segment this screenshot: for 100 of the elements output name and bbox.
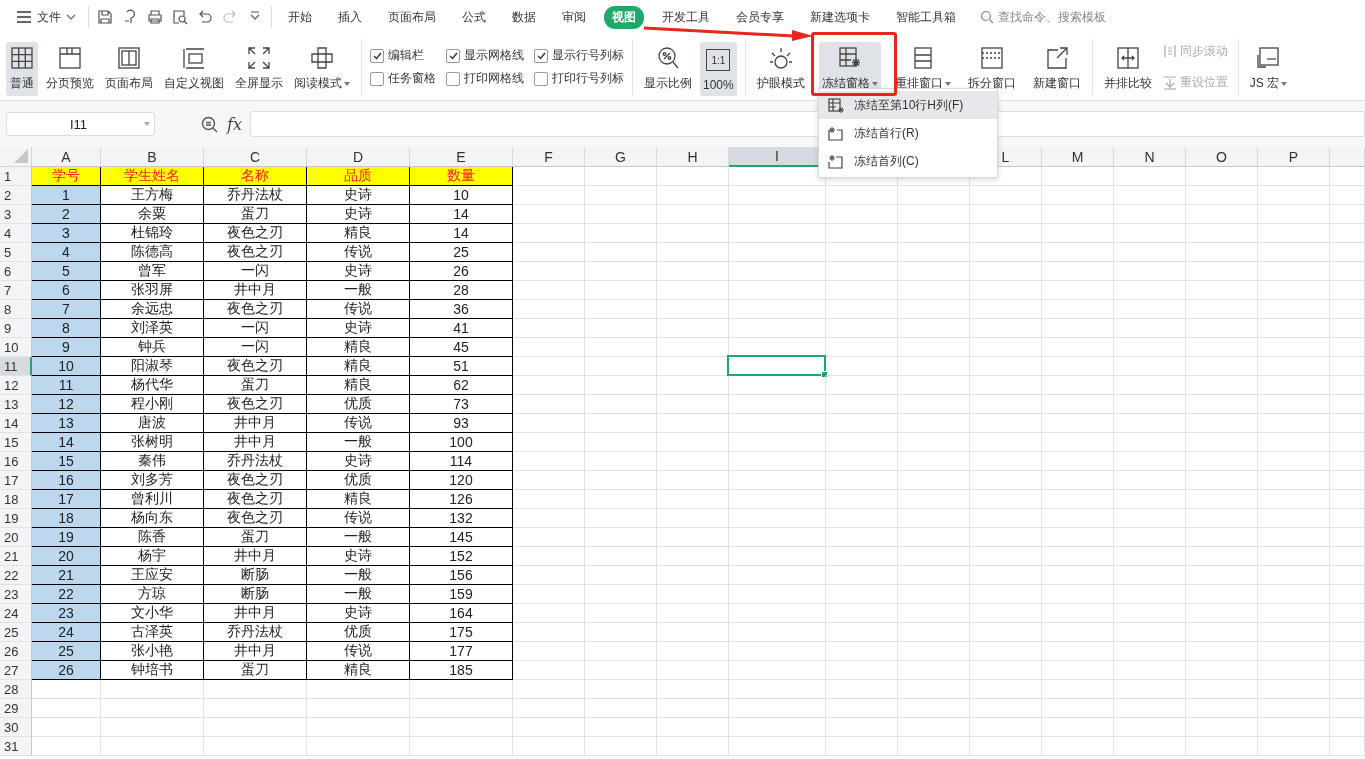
ribbon-button[interactable]: 阅读模式 bbox=[291, 42, 353, 96]
table-cell: 152 bbox=[410, 547, 513, 566]
row-header[interactable]: 6 bbox=[0, 262, 32, 281]
column-header[interactable]: M bbox=[1042, 147, 1114, 167]
checkbox-option[interactable]: 打印行号列标 bbox=[534, 70, 624, 87]
row-header[interactable]: 18 bbox=[0, 490, 32, 509]
column-header[interactable]: E bbox=[410, 147, 513, 167]
table-cell: 阳淑琴 bbox=[101, 357, 204, 376]
menu-tab[interactable]: 智能工具箱 bbox=[888, 5, 964, 29]
table-cell: 185 bbox=[410, 661, 513, 680]
name-box[interactable]: I11 bbox=[6, 112, 155, 136]
table-cell: 62 bbox=[410, 376, 513, 395]
menu-item[interactable]: 冻结至第10行H列(F) bbox=[819, 91, 997, 119]
menu-tab[interactable]: 插入 bbox=[330, 5, 370, 29]
row-header[interactable]: 19 bbox=[0, 509, 32, 528]
column-header[interactable]: B bbox=[101, 147, 204, 167]
ribbon-button[interactable]: 新建窗口 bbox=[1029, 42, 1084, 96]
column-header[interactable]: D bbox=[307, 147, 410, 167]
column-header[interactable]: A bbox=[32, 147, 101, 167]
checkbox-option[interactable]: 显示行号列标 bbox=[534, 47, 624, 64]
column-header[interactable]: O bbox=[1186, 147, 1258, 167]
table-cell: 10 bbox=[410, 186, 513, 205]
column-header[interactable]: C bbox=[204, 147, 307, 167]
column-header[interactable]: F bbox=[513, 147, 585, 167]
row-header[interactable]: 21 bbox=[0, 547, 32, 566]
table-cell: 夜色之刃 bbox=[204, 357, 307, 376]
row-header[interactable]: 22 bbox=[0, 566, 32, 585]
row-header[interactable]: 31 bbox=[0, 737, 32, 756]
row-header[interactable]: 1 bbox=[0, 167, 32, 186]
table-cell: 177 bbox=[410, 642, 513, 661]
row-header[interactable]: 15 bbox=[0, 433, 32, 452]
ribbon-button[interactable]: 显示比例 bbox=[641, 42, 695, 96]
menu-tab[interactable]: 审阅 bbox=[554, 5, 594, 29]
row-header[interactable]: 4 bbox=[0, 224, 32, 243]
row-header[interactable]: 24 bbox=[0, 604, 32, 623]
table-cell: 一般 bbox=[307, 528, 410, 547]
menu-tab[interactable]: 开始 bbox=[280, 5, 320, 29]
column-header[interactable]: N bbox=[1114, 147, 1186, 167]
checkbox-option[interactable]: 任务窗格 bbox=[370, 70, 436, 87]
row-header[interactable]: 10 bbox=[0, 338, 32, 357]
ribbon-button[interactable]: 护眼模式 bbox=[753, 42, 808, 96]
table-cell: 9 bbox=[32, 338, 101, 357]
file-menu[interactable]: 文件 bbox=[12, 5, 80, 29]
table-cell: 乔丹法杖 bbox=[204, 186, 307, 205]
row-header[interactable]: 12 bbox=[0, 376, 32, 395]
menu-tab[interactable]: 新建选项卡 bbox=[802, 5, 878, 29]
row-header[interactable]: 17 bbox=[0, 471, 32, 490]
column-header[interactable]: H bbox=[657, 147, 729, 167]
ribbon-button[interactable]: 自定义视图 bbox=[161, 42, 227, 96]
row-header[interactable]: 25 bbox=[0, 623, 32, 642]
menu-tab[interactable]: 页面布局 bbox=[380, 5, 444, 29]
row-header[interactable]: 5 bbox=[0, 243, 32, 262]
row-header[interactable]: 9 bbox=[0, 319, 32, 338]
table-cell: 12 bbox=[32, 395, 101, 414]
table-cell: 114 bbox=[410, 452, 513, 471]
checkbox-option[interactable]: 编辑栏 bbox=[370, 47, 436, 64]
row-header[interactable]: 26 bbox=[0, 642, 32, 661]
column-header[interactable]: G bbox=[585, 147, 657, 167]
table-cell: 传说 bbox=[307, 642, 410, 661]
checkbox-option[interactable]: 打印网格线 bbox=[446, 70, 524, 87]
ribbon-button[interactable]: 并排比较 bbox=[1100, 42, 1155, 96]
table-cell: 钟培书 bbox=[101, 661, 204, 680]
row-header[interactable]: 29 bbox=[0, 699, 32, 718]
table-cell: 13 bbox=[32, 414, 101, 433]
menu-item[interactable]: 冻结首行(R) bbox=[819, 119, 997, 147]
row-header[interactable]: 2 bbox=[0, 186, 32, 205]
column-header[interactable]: P bbox=[1258, 147, 1330, 167]
table-cell: 乔丹法杖 bbox=[204, 452, 307, 471]
menu-tab[interactable]: 会员专享 bbox=[728, 5, 792, 29]
menu-tab[interactable]: 开发工具 bbox=[654, 5, 718, 29]
ribbon-button[interactable]: 1:1 100% bbox=[700, 42, 737, 96]
checkbox-option[interactable]: 显示网格线 bbox=[446, 47, 524, 64]
ribbon-button[interactable]: 全屏显示 bbox=[232, 42, 286, 96]
table-cell: 51 bbox=[410, 357, 513, 376]
row-header[interactable]: 11 bbox=[0, 357, 32, 376]
menu-tab[interactable]: 公式 bbox=[454, 5, 494, 29]
row-header[interactable]: 16 bbox=[0, 452, 32, 471]
table-cell: 陈香 bbox=[101, 528, 204, 547]
row-header[interactable]: 23 bbox=[0, 585, 32, 604]
table-cell: 73 bbox=[410, 395, 513, 414]
row-header[interactable]: 28 bbox=[0, 680, 32, 699]
table-cell: 井中月 bbox=[204, 281, 307, 300]
row-header[interactable]: 14 bbox=[0, 414, 32, 433]
menu-tab[interactable]: 数据 bbox=[504, 5, 544, 29]
table-cell: 史诗 bbox=[307, 262, 410, 281]
ribbon-button[interactable]: JS 宏 bbox=[1246, 42, 1291, 96]
table-cell: 8 bbox=[32, 319, 101, 338]
ribbon-button[interactable]: 普通 bbox=[6, 42, 38, 96]
row-header[interactable]: 30 bbox=[0, 718, 32, 737]
row-header[interactable]: 8 bbox=[0, 300, 32, 319]
function-label[interactable]: fx bbox=[227, 114, 242, 134]
row-header[interactable]: 7 bbox=[0, 281, 32, 300]
ribbon-button[interactable]: 分页预览 bbox=[43, 42, 97, 96]
table-cell: 史诗 bbox=[307, 186, 410, 205]
table-cell: 41 bbox=[410, 319, 513, 338]
row-header[interactable]: 3 bbox=[0, 205, 32, 224]
row-header[interactable]: 27 bbox=[0, 661, 32, 680]
ribbon-button[interactable]: 页面布局 bbox=[102, 42, 156, 96]
row-header[interactable]: 13 bbox=[0, 395, 32, 414]
row-header[interactable]: 20 bbox=[0, 528, 32, 547]
